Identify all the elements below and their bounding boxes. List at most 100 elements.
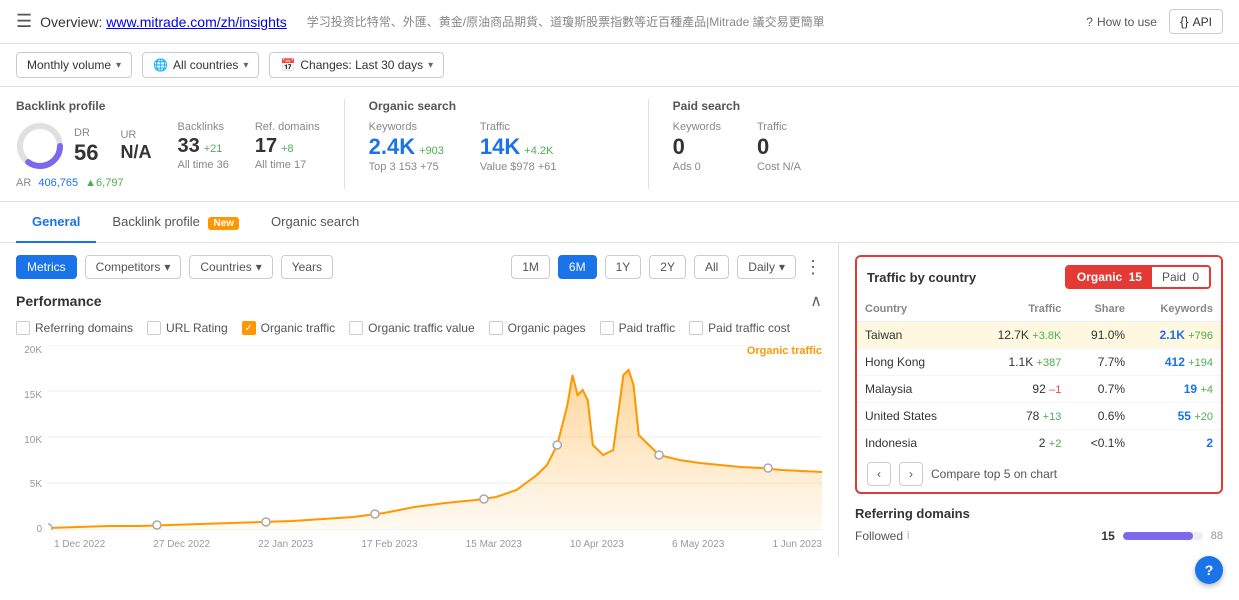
tbc-tab-paid[interactable]: Paid 0 bbox=[1152, 267, 1209, 287]
traffic-cell: 1.1K +387 bbox=[968, 349, 1069, 376]
checkbox-icon[interactable] bbox=[600, 321, 614, 335]
time-all-button[interactable]: All bbox=[694, 255, 729, 279]
col-traffic: Traffic bbox=[968, 297, 1069, 322]
collapse-icon[interactable]: ∧ bbox=[810, 291, 822, 311]
tab-general[interactable]: General bbox=[16, 202, 96, 243]
check-paid-traffic[interactable]: Paid traffic bbox=[600, 321, 675, 335]
time-1y-button[interactable]: 1Y bbox=[605, 255, 642, 279]
country-cell: Taiwan bbox=[857, 322, 968, 349]
globe-icon: 🌐 bbox=[153, 58, 168, 72]
ref-bar-value: 88 bbox=[1211, 530, 1223, 542]
table-row: Taiwan 12.7K +3.8K 91.0% 2.1K +796 bbox=[857, 322, 1221, 349]
help-circle-button[interactable]: ? bbox=[1195, 556, 1223, 584]
keywords-cell: 55 +20 bbox=[1133, 403, 1221, 430]
more-options-icon[interactable]: ⋮ bbox=[804, 257, 822, 278]
ur-stat: UR N/A bbox=[120, 129, 151, 163]
performance-header: Performance ∧ bbox=[16, 291, 822, 311]
header-subtitle: 学习投资比特常、外匯、黄金/原油商品期貨、道瓊斯股票指數等近百種產品|Mitra… bbox=[307, 13, 825, 30]
chart-x-labels: 1 Dec 2022 27 Dec 2022 22 Jan 2023 17 Fe… bbox=[16, 539, 822, 550]
dr-container: DR 56 UR N/A Backlinks 33 +21 All time 3… bbox=[16, 121, 320, 171]
time-2y-button[interactable]: 2Y bbox=[649, 255, 686, 279]
title-prefix: Overview: bbox=[40, 14, 102, 30]
checkbox-icon[interactable] bbox=[16, 321, 30, 335]
daily-button[interactable]: Daily ▾ bbox=[737, 255, 796, 279]
ref-domains-stat: Ref. domains 17 +8 All time 17 bbox=[255, 121, 320, 171]
share-cell: 7.7% bbox=[1069, 349, 1133, 376]
country-cell: Hong Kong bbox=[857, 349, 968, 376]
chevron-down-icon: ▾ bbox=[428, 60, 433, 71]
share-cell: <0.1% bbox=[1069, 430, 1133, 457]
left-panel: Metrics Competitors ▾ Countries ▾ Years … bbox=[0, 243, 839, 557]
check-referring-domains[interactable]: Referring domains bbox=[16, 321, 133, 335]
compare-link[interactable]: Compare top 5 on chart bbox=[931, 467, 1057, 481]
check-organic-traffic[interactable]: Organic traffic bbox=[242, 321, 335, 335]
ref-followed-label: Followed i bbox=[855, 529, 909, 543]
header-right: ? How to use {} API bbox=[1086, 9, 1223, 34]
prev-page-button[interactable]: ‹ bbox=[867, 462, 891, 486]
checkbox-icon[interactable] bbox=[489, 321, 503, 335]
share-cell: 0.7% bbox=[1069, 376, 1133, 403]
table-row: United States 78 +13 0.6% 55 +20 bbox=[857, 403, 1221, 430]
info-icon[interactable]: i bbox=[907, 530, 909, 542]
how-to-use-button[interactable]: ? How to use bbox=[1086, 15, 1157, 29]
monthly-volume-button[interactable]: Monthly volume ▾ bbox=[16, 52, 132, 78]
ar-link[interactable]: 406,765 bbox=[38, 177, 78, 189]
ref-title: Referring domains bbox=[855, 506, 970, 521]
traffic-cell: 2 +2 bbox=[968, 430, 1069, 457]
tbc-tab-organic[interactable]: Organic 15 bbox=[1067, 267, 1152, 287]
menu-icon[interactable]: ☰ bbox=[16, 11, 32, 32]
backlink-profile-block: Backlink profile DR 56 UR N/A Backlinks … bbox=[16, 99, 345, 189]
api-icon: {} bbox=[1180, 14, 1189, 29]
organic-keywords-stat: Keywords 2.4K +903 Top 3 153 +75 bbox=[369, 121, 444, 173]
all-countries-button[interactable]: 🌐 All countries ▾ bbox=[142, 52, 259, 78]
referring-domains-section: Referring domains Followed i 15 88 bbox=[855, 506, 1223, 543]
check-url-rating[interactable]: URL Rating bbox=[147, 321, 228, 335]
changes-button[interactable]: 📅 Changes: Last 30 days ▾ bbox=[269, 52, 444, 78]
check-organic-pages[interactable]: Organic pages bbox=[489, 321, 586, 335]
chevron-down-icon: ▾ bbox=[256, 260, 262, 274]
check-organic-traffic-value[interactable]: Organic traffic value bbox=[349, 321, 475, 335]
keywords-cell: 2 bbox=[1133, 430, 1221, 457]
calendar-icon: 📅 bbox=[280, 58, 295, 72]
countries-button[interactable]: Countries ▾ bbox=[189, 255, 272, 279]
time-6m-button[interactable]: 6M bbox=[558, 255, 597, 279]
table-row: Indonesia 2 +2 <0.1% 2 bbox=[857, 430, 1221, 457]
country-cell: Malaysia bbox=[857, 376, 968, 403]
chevron-down-icon: ▾ bbox=[164, 260, 170, 274]
domain-link[interactable]: www.mitrade.com/zh/insights bbox=[106, 14, 287, 30]
keywords-cell: 2.1K +796 bbox=[1133, 322, 1221, 349]
competitors-button[interactable]: Competitors ▾ bbox=[85, 255, 182, 279]
share-cell: 91.0% bbox=[1069, 322, 1133, 349]
chevron-down-icon: ▾ bbox=[116, 60, 121, 71]
next-page-button[interactable]: › bbox=[899, 462, 923, 486]
chevron-down-icon: ▾ bbox=[779, 260, 785, 274]
performance-checkboxes: Referring domains URL Rating Organic tra… bbox=[16, 321, 822, 335]
time-1m-button[interactable]: 1M bbox=[511, 255, 550, 279]
tab-organic-search[interactable]: Organic search bbox=[255, 202, 375, 243]
checkbox-icon[interactable] bbox=[689, 321, 703, 335]
checkbox-icon[interactable] bbox=[242, 321, 256, 335]
checkbox-icon[interactable] bbox=[349, 321, 363, 335]
dr-stat: DR 56 bbox=[74, 127, 98, 165]
tab-backlink-profile[interactable]: Backlink profile New bbox=[96, 202, 255, 243]
api-button[interactable]: {} API bbox=[1169, 9, 1223, 34]
checkbox-icon[interactable] bbox=[147, 321, 161, 335]
check-paid-traffic-cost[interactable]: Paid traffic cost bbox=[689, 321, 790, 335]
years-button[interactable]: Years bbox=[281, 255, 333, 279]
chart-area: Organic traffic 20K 15K 10K 5K 0 bbox=[16, 345, 822, 545]
metrics-button[interactable]: Metrics bbox=[16, 255, 77, 279]
keywords-cell: 412 +194 bbox=[1133, 349, 1221, 376]
tbc-pagination: ‹ › Compare top 5 on chart bbox=[857, 456, 1221, 492]
ref-header: Referring domains bbox=[855, 506, 1223, 521]
paid-search-block: Paid search Keywords 0 Ads 0 Traffic 0 C… bbox=[673, 99, 953, 189]
ref-bar bbox=[1123, 532, 1203, 540]
backlink-profile-title: Backlink profile bbox=[16, 99, 320, 113]
tbc-title: Traffic by country bbox=[867, 270, 976, 285]
traffic-cell: 78 +13 bbox=[968, 403, 1069, 430]
table-row: Malaysia 92 –1 0.7% 19 +4 bbox=[857, 376, 1221, 403]
ref-followed-value: 15 bbox=[1101, 529, 1114, 543]
keywords-cell: 19 +4 bbox=[1133, 376, 1221, 403]
traffic-cell: 12.7K +3.8K bbox=[968, 322, 1069, 349]
share-cell: 0.6% bbox=[1069, 403, 1133, 430]
paid-stats-row: Keywords 0 Ads 0 Traffic 0 Cost N/A bbox=[673, 121, 929, 173]
